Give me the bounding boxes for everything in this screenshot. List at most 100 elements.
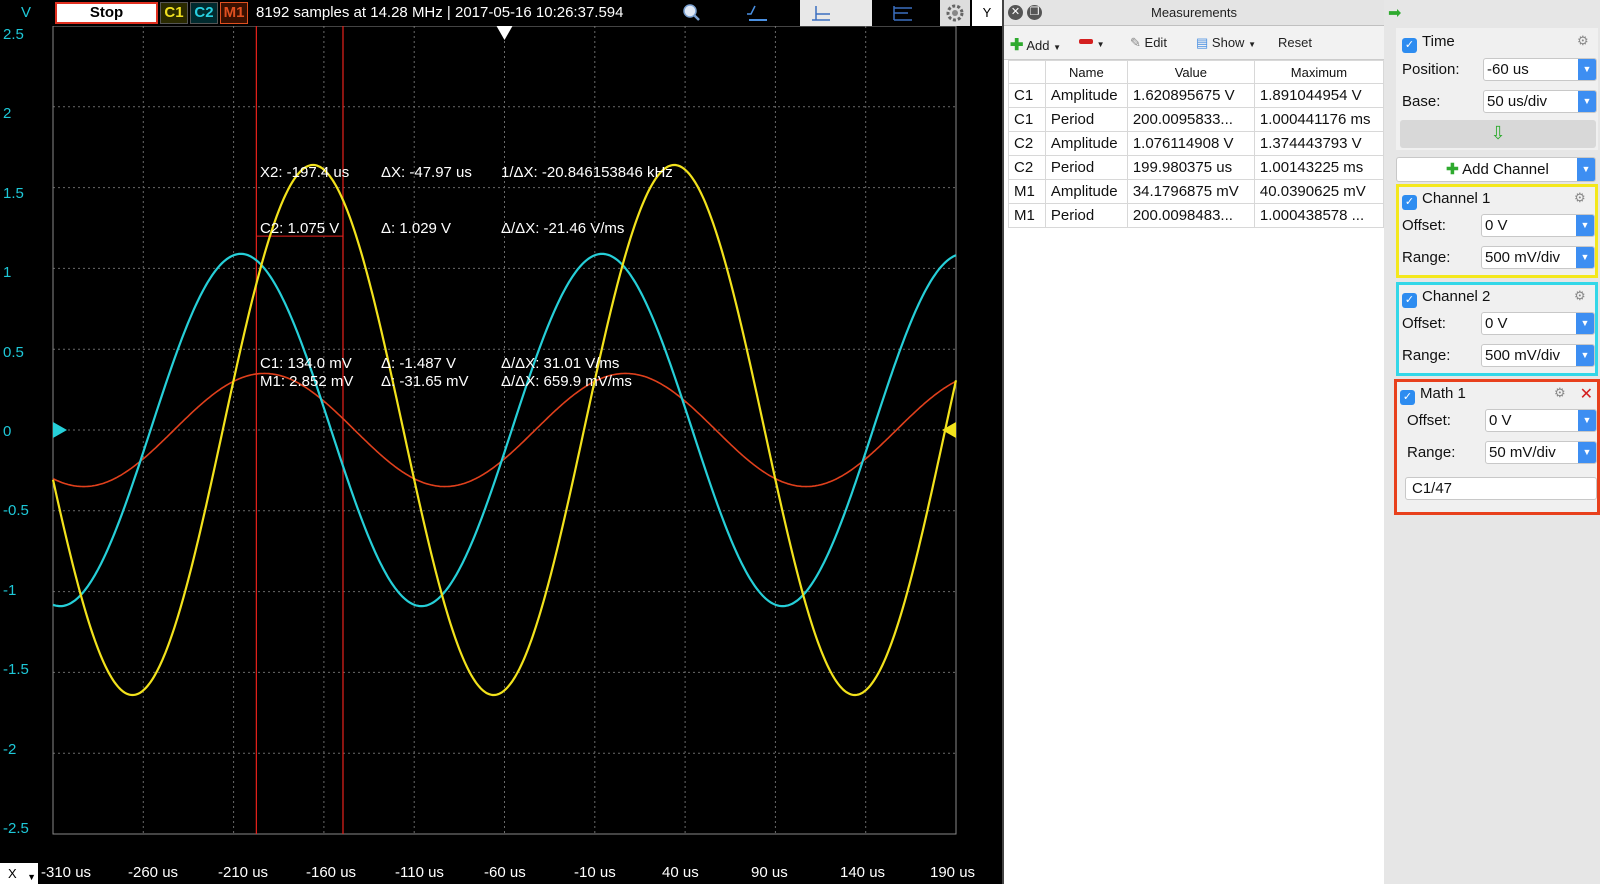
zoom-icon[interactable]: [672, 0, 712, 26]
offset-label: Offset:: [1407, 412, 1451, 429]
channel2-offset-select[interactable]: 0 V ▼: [1481, 312, 1595, 335]
name-cell: Amplitude: [1044, 179, 1128, 204]
channel1-offset-select[interactable]: 0 V ▼: [1481, 214, 1595, 237]
table-row[interactable]: C2 Period 199.980375 us 1.00143225 ms: [1008, 155, 1385, 180]
time-header[interactable]: ✓ Time: [1402, 33, 1455, 53]
range-label: Range:: [1407, 444, 1456, 461]
table-row[interactable]: M1 Amplitude 34.1796875 mV 40.0390625 mV: [1008, 179, 1385, 204]
time-title: Time: [1422, 33, 1455, 50]
channel-c1-badge[interactable]: C1: [160, 2, 188, 24]
gear-icon[interactable]: ⚙: [1577, 34, 1590, 47]
channel2-header[interactable]: ✓ Channel 2: [1402, 288, 1490, 308]
cursor-c2-readout: C2: 1.075 V: [260, 220, 340, 237]
chevron-down-icon: ▼: [1576, 215, 1594, 236]
channel1-range-select[interactable]: 500 mV/div ▼: [1481, 246, 1595, 269]
table-row[interactable]: C1 Period 200.0095833... 1.000441176 ms: [1008, 107, 1385, 132]
waveform-canvas[interactable]: [0, 26, 1002, 863]
arrow-right-icon[interactable]: ➡: [1388, 3, 1401, 23]
x-axis-button[interactable]: X ▼: [0, 863, 38, 884]
position-value: -60 us: [1487, 61, 1529, 78]
table-row[interactable]: C1 Amplitude 1.620895675 V 1.891044954 V: [1008, 83, 1385, 108]
checkbox-icon[interactable]: ✓: [1402, 38, 1417, 53]
value-cell: 200.0095833...: [1126, 107, 1255, 132]
table-row[interactable]: C2 Amplitude 1.076114908 V 1.374443793 V: [1008, 131, 1385, 156]
gear-icon[interactable]: ⚙: [1554, 386, 1567, 399]
x-tick-label: -210 us: [218, 864, 269, 881]
math1-offset-select[interactable]: 0 V ▼: [1485, 409, 1597, 432]
apply-time-button[interactable]: ⇩: [1400, 120, 1596, 148]
chevron-down-icon: ▼: [1577, 158, 1595, 181]
table-icon: ▤: [1196, 35, 1209, 50]
remove-measurement-button[interactable]: ▼: [1079, 35, 1105, 50]
math1-range-select[interactable]: 50 mV/div ▼: [1485, 441, 1597, 464]
channel1-title: Channel 1: [1422, 190, 1491, 207]
x-tick-label: 90 us: [751, 864, 788, 881]
range-value: 500 mV/div: [1485, 249, 1561, 266]
math1-expression-field[interactable]: C1/47: [1405, 477, 1597, 500]
channel2-title: Channel 2: [1422, 288, 1491, 305]
x-axis-bar: X ▼ -310 us -260 us -210 us -160 us -110 …: [0, 863, 1002, 884]
chevron-down-icon: ▼: [1578, 59, 1596, 80]
value-cell: 1.620895675 V: [1126, 83, 1255, 108]
plus-icon: ✚: [1446, 161, 1459, 178]
show-measurement-button[interactable]: ▤ Show ▼: [1196, 35, 1256, 51]
settings-icon[interactable]: [940, 0, 970, 26]
x-axis-button-label: X: [8, 866, 17, 881]
channel-cell: C1: [1008, 83, 1046, 108]
column-header[interactable]: [1008, 60, 1046, 84]
offset-value: 0 V: [1485, 217, 1508, 234]
measurements-table: Name Value Maximum C1 Amplitude 1.62089567…: [1008, 60, 1385, 228]
y-tick-label: 2.5: [3, 26, 24, 43]
gear-icon[interactable]: ⚙: [1574, 191, 1587, 204]
checkbox-icon[interactable]: ✓: [1402, 293, 1417, 308]
math1-header[interactable]: ✓ Math 1: [1400, 385, 1466, 405]
position-select[interactable]: -60 us ▼: [1483, 58, 1597, 81]
y-tick-label: 1: [3, 264, 12, 281]
math1-group: ✓ Math 1 ⚙ ✕ Offset: 0 V ▼ Range: 50 mV/di…: [1394, 379, 1600, 515]
measurements-title: Measurements: [1151, 5, 1237, 20]
column-header[interactable]: Maximum: [1253, 60, 1385, 84]
maximum-cell: 40.0390625 mV: [1253, 179, 1385, 204]
base-select[interactable]: 50 us/div ▼: [1483, 90, 1597, 113]
cursor-horizontal-icon[interactable]: [800, 0, 872, 26]
trigger-position-marker: [496, 26, 513, 40]
edit-measurement-button[interactable]: ✎ Edit: [1130, 35, 1167, 51]
maximum-cell: 1.00143225 ms: [1253, 155, 1385, 180]
column-header[interactable]: Name: [1044, 60, 1128, 84]
y-tick-label: 0: [3, 423, 12, 440]
channel-c2-badge[interactable]: C2: [190, 2, 218, 24]
reset-measurements-button[interactable]: Reset: [1278, 35, 1312, 50]
cursor-c1-delta: Δ: -1.487 V: [381, 355, 457, 372]
y-axis-button[interactable]: Y: [972, 0, 1002, 26]
y-tick-label: 0.5: [3, 344, 24, 361]
math-m1-badge[interactable]: M1: [220, 2, 248, 24]
table-row[interactable]: M1 Period 200.0098483... 1.000438578 ...: [1008, 203, 1385, 228]
ground-marker-c2: [53, 422, 67, 438]
chevron-down-icon: ▼: [1096, 40, 1105, 49]
checkbox-icon[interactable]: ✓: [1400, 390, 1415, 405]
chevron-down-icon: ▼: [1053, 43, 1061, 52]
column-header[interactable]: Value: [1126, 60, 1255, 84]
trigger-edge-icon[interactable]: [745, 0, 785, 26]
channel1-header[interactable]: ✓ Channel 1: [1402, 190, 1490, 210]
gear-icon[interactable]: ⚙: [1574, 289, 1587, 302]
scope-toolbar: V Stop C1 C2 M1 8192 samples at 14.28 MH…: [0, 0, 1002, 26]
checkbox-icon[interactable]: ✓: [1402, 195, 1417, 210]
close-icon[interactable]: ✕: [1580, 384, 1593, 404]
add-measurement-button[interactable]: ✚ Add ▼: [1010, 35, 1061, 55]
name-cell: Period: [1044, 203, 1128, 228]
edit-label: Edit: [1144, 35, 1167, 50]
stop-button[interactable]: Stop: [55, 2, 158, 24]
measurements-toolbar: ✚ Add ▼ ▼ ✎ Edit ▤ Show ▼ Reset: [1004, 26, 1384, 60]
y-tick-label: -1.5: [3, 661, 29, 678]
base-label: Base:: [1402, 93, 1441, 110]
chevron-down-icon: ▼: [1578, 442, 1596, 463]
x-tick-label: -60 us: [484, 864, 526, 881]
add-channel-button[interactable]: ✚ Add Channel ▼: [1396, 157, 1596, 182]
x-tick-label: -110 us: [395, 864, 444, 881]
maximum-cell: 1.891044954 V: [1253, 83, 1385, 108]
cursor-vertical-icon[interactable]: [890, 0, 930, 26]
channel2-range-select[interactable]: 500 mV/div ▼: [1481, 344, 1595, 367]
add-label: Add: [1026, 38, 1050, 53]
scope-plot[interactable]: 2.5 2 1.5 1 0.5 0 -0.5 -1 -1.5 -2 -2.5 X…: [0, 26, 1002, 863]
